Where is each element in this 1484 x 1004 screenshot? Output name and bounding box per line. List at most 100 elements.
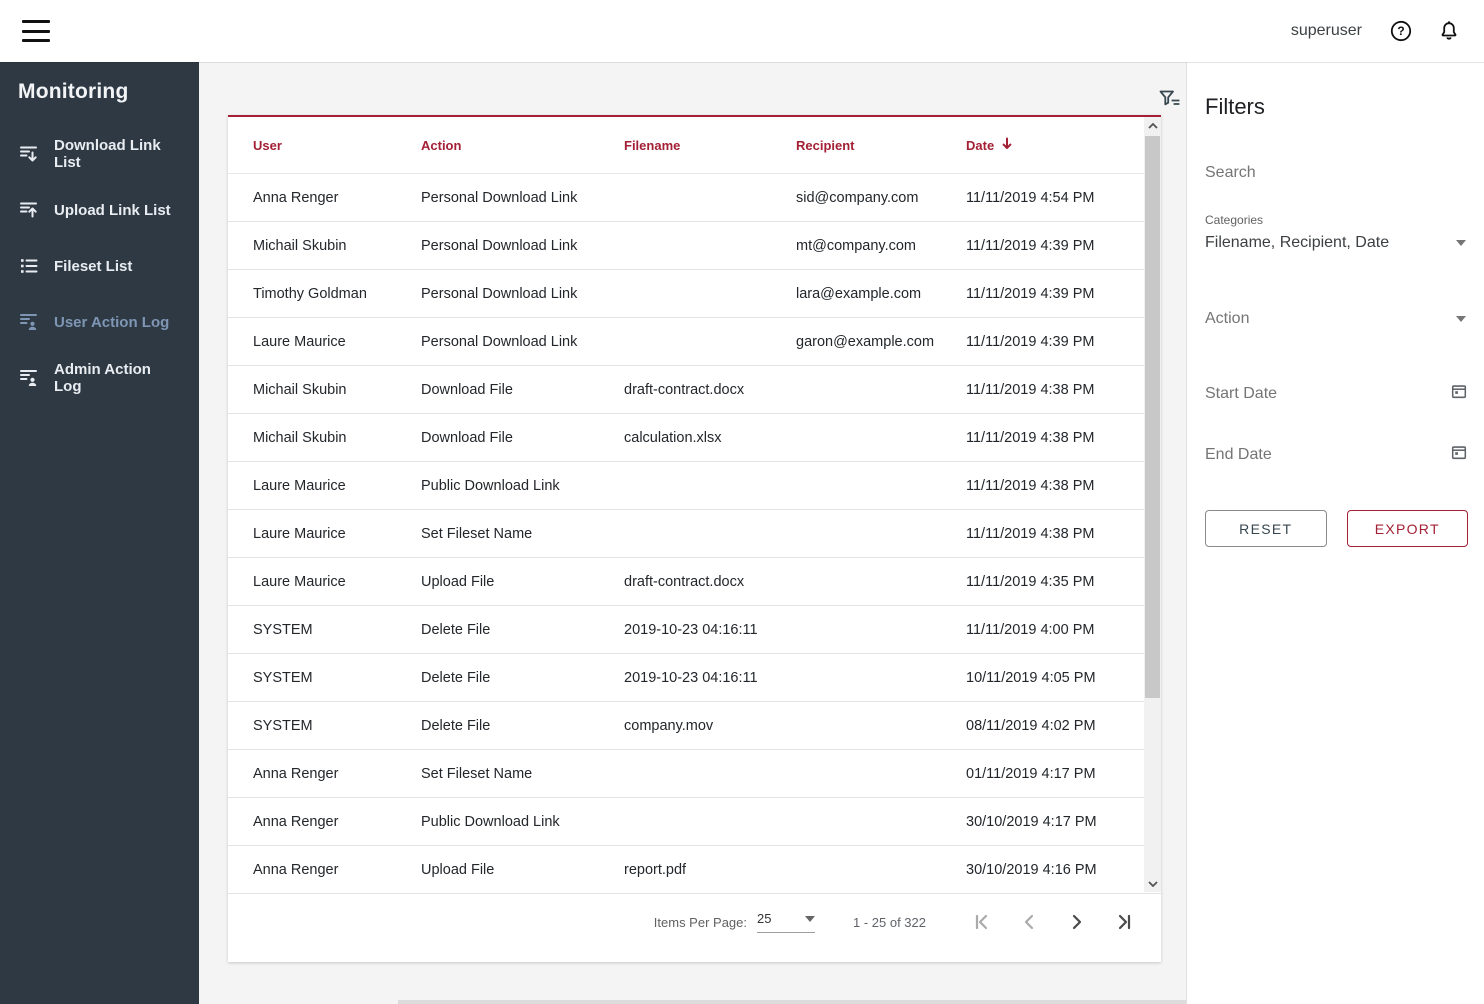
cell-user: Michail Skubin [253,237,347,254]
scroll-down-icon[interactable] [1144,875,1161,892]
cell-filename: draft-contract.docx [624,573,745,590]
table-row: Anna Renger Upload File report.pdf 30/10/20… [228,846,1161,894]
cell-filename: report.pdf [624,861,687,878]
cell-action: Download File [421,381,513,398]
cell-user: SYSTEM [253,669,313,686]
upload-list-icon [18,199,40,221]
cell-action: Personal Download Link [421,237,578,254]
sidebar-item-admin-action-log[interactable]: Admin Action Log [0,350,199,406]
cell-user: Laure Maurice [253,477,346,494]
export-button[interactable]: EXPORT [1346,510,1468,547]
cell-filename: draft-contract.docx [624,381,745,398]
filter-list-icon[interactable] [1158,88,1180,110]
cell-user: Laure Maurice [253,525,346,542]
column-header-filename[interactable]: Filename [624,138,796,153]
cell-action: Download File [421,429,513,446]
sidebar: Monitoring Download Link List Upload Lin… [0,62,199,1004]
start-date-input[interactable]: Start Date [1205,382,1468,415]
table-row: Michail Skubin Download File calculation.x… [228,414,1161,462]
categories-select[interactable]: Filename, Recipient, Date [1205,234,1468,262]
sidebar-item-user-action-log[interactable]: User Action Log [0,294,199,350]
cell-recipient: lara@example.com [796,285,922,302]
cell-date: 11/11/2019 4:38 PM [966,429,1095,446]
scrollbar-thumb[interactable] [1145,136,1160,698]
cell-action: Delete File [421,717,491,734]
chevron-down-icon [1456,316,1466,322]
table-row: Michail Skubin Personal Download Link mt@c… [228,222,1161,270]
user-action-log-table: User Action Filename Recipient Date Anna… [228,115,1161,962]
end-date-placeholder: End Date [1205,445,1272,463]
cell-date: 11/11/2019 4:38 PM [966,381,1095,398]
table-row: Michail Skubin Download File draft-contrac… [228,366,1161,414]
cell-date: 11/11/2019 4:35 PM [966,573,1095,590]
categories-label: Categories [1205,213,1264,227]
bottom-edge-divider [398,1000,1186,1004]
cell-action: Set Fileset Name [421,765,533,782]
sidebar-item-label: Download Link List [54,137,161,171]
cell-action: Upload File [421,573,495,590]
sidebar-item-label: Upload Link List [54,201,171,219]
cell-action: Personal Download Link [421,333,578,350]
column-header-date[interactable]: Date [966,136,1141,154]
table-row: Laure Maurice Set Fileset Name 11/11/2019 … [228,510,1161,558]
calendar-icon [1450,443,1468,466]
cell-filename: 2019-10-23 04:16:11 [624,621,758,638]
column-header-user[interactable]: User [253,138,421,153]
search-placeholder: Search [1205,164,1256,181]
cell-date: 11/11/2019 4:39 PM [966,285,1095,302]
cell-date: 11/11/2019 4:39 PM [966,237,1095,254]
items-per-page-select[interactable]: 25 [757,911,815,933]
username: superuser [1290,22,1362,39]
cell-filename: calculation.xlsx [624,429,722,446]
help-icon[interactable]: ? [1388,18,1414,44]
cell-date: 11/11/2019 4:38 PM [966,525,1095,542]
table-row: Anna Renger Set Fileset Name 01/11/2019 4:… [228,750,1161,798]
cell-action: Delete File [421,621,491,638]
notifications-bell-icon[interactable] [1436,18,1462,44]
cell-date: 08/11/2019 4:02 PM [966,717,1096,734]
cell-action: Personal Download Link [421,285,578,302]
cell-user: Laure Maurice [253,573,346,590]
cell-date: 11/11/2019 4:54 PM [966,189,1095,206]
last-page-button[interactable] [1114,911,1136,933]
search-input[interactable]: Search [1205,164,1468,191]
cell-date: 11/11/2019 4:39 PM [966,333,1095,350]
scroll-up-icon[interactable] [1144,117,1161,134]
table-row: Laure Maurice Personal Download Link garon… [228,318,1161,366]
table-row: Timothy Goldman Personal Download Link lar… [228,270,1161,318]
table-scrollbar[interactable] [1144,117,1161,892]
cell-user: Michail Skubin [253,381,347,398]
action-select[interactable]: Action [1205,310,1468,338]
column-header-action[interactable]: Action [421,138,624,153]
action-placeholder: Action [1205,310,1250,327]
sidebar-item-upload-link-list[interactable]: Upload Link List [0,182,199,238]
items-per-page-value: 25 [757,911,772,926]
sidebar-item-fileset-list[interactable]: Fileset List [0,238,199,294]
reset-button[interactable]: RESET [1205,510,1327,547]
cell-user: Timothy Goldman [253,285,367,302]
table-row: SYSTEM Delete File 2019-10-23 04:16:11 10/1… [228,654,1161,702]
column-header-recipient[interactable]: Recipient [796,138,966,153]
cell-date: 11/11/2019 4:38 PM [966,477,1095,494]
menu-icon[interactable] [22,20,50,42]
cell-user: Anna Renger [253,765,339,782]
sidebar-item-label: Fileset List [54,257,133,275]
cell-user: SYSTEM [253,717,313,734]
cell-recipient: garon@example.com [796,333,935,350]
cell-user: Michail Skubin [253,429,347,446]
first-page-button[interactable] [970,911,992,933]
table-row: SYSTEM Delete File company.mov 08/11/2019 4… [228,702,1161,750]
cell-action: Public Download Link [421,477,560,494]
next-page-button[interactable] [1066,911,1088,933]
sidebar-item-download-link-list[interactable]: Download Link List [0,126,199,182]
cell-action: Public Download Link [421,813,560,830]
table-header-row: User Action Filename Recipient Date [228,117,1161,174]
cell-action: Set Fileset Name [421,525,533,542]
calendar-icon [1450,382,1468,405]
previous-page-button[interactable] [1018,911,1040,933]
download-list-icon [18,143,40,165]
topbar: superuser ? [0,0,1484,62]
fileset-list-icon [18,255,40,277]
end-date-input[interactable]: End Date [1205,443,1468,476]
filters-panel: Filters Search Categories Filename, Reci… [1186,62,1484,1004]
